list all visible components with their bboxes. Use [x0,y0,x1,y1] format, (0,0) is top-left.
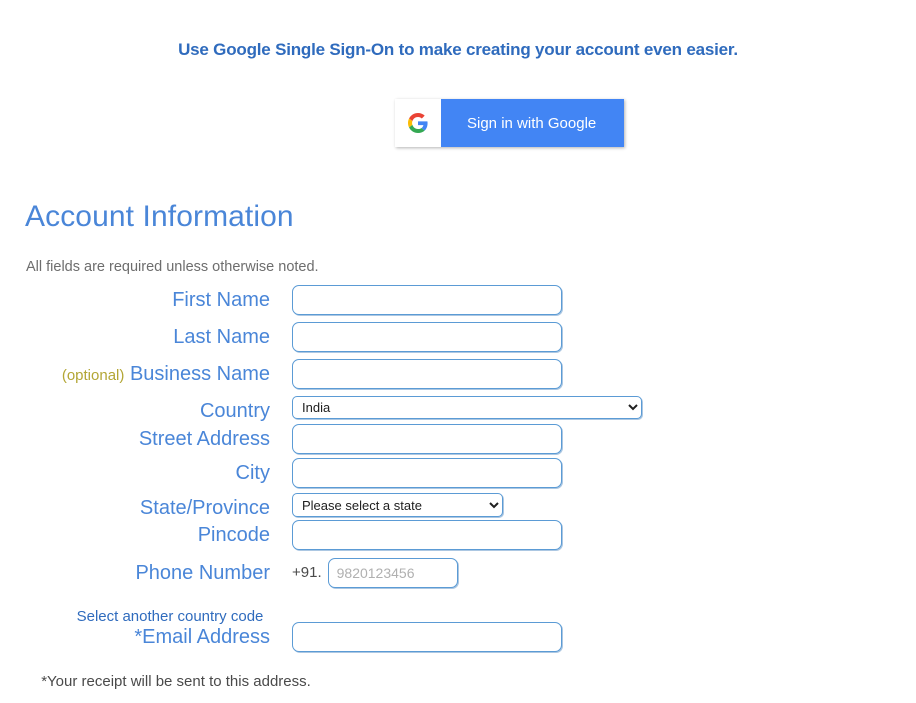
last-name-label-text: Last Name [173,326,270,348]
form-row: First Name [0,285,916,322]
first-name-label-text: First Name [172,289,270,311]
optional-tag: (optional) [61,367,125,384]
form-row: Last Name [0,322,916,359]
phone-number-field-wrap: +91. [292,558,458,588]
country-field-wrap: India [292,396,642,419]
business-name-field-wrap [292,359,562,389]
last-name-label: Last Name [173,322,270,352]
form-row: (optional) Business Name [0,359,916,396]
sso-heading: Use Google Single Sign-On to make creati… [178,40,738,59]
city-label-text: City [235,462,270,484]
first-name-field-wrap [292,285,562,315]
pincode-label: Pincode [198,520,270,550]
email-receipt-note: *Your receipt will be sent to this addre… [41,673,311,690]
page-title: Account Information [25,200,294,233]
form-row: Street Address [0,424,916,458]
email-address-label-text: *Email Address [134,626,270,648]
form-row: *Email Address [0,622,916,658]
required-fields-note: All fields are required unless otherwise… [26,259,319,275]
email-address-label: *Email Address [134,622,270,652]
business-name-input[interactable] [292,359,562,389]
last-name-field-wrap [292,322,562,352]
business-name-label: (optional) Business Name [62,359,270,391]
country-select[interactable]: India [292,396,642,419]
sign-in-with-google-label: Sign in with Google [467,114,597,132]
street-address-input[interactable] [292,424,562,454]
form-row: Phone Number +91. [0,558,916,595]
select-another-country-code-link[interactable]: Select another country code [0,608,628,625]
email-address-input[interactable] [292,622,562,652]
sign-in-with-google-button[interactable]: Sign in with Google [395,99,625,147]
form-row: Pincode [0,520,916,558]
phone-number-label: Phone Number [135,558,270,588]
first-name-label: First Name [172,285,270,315]
state-province-label-text: State/Province [139,497,270,519]
form-row: Country India [0,396,916,424]
phone-number-input[interactable] [327,558,458,588]
pincode-label-text: Pincode [197,524,270,546]
google-g-icon [395,99,441,147]
state-province-select[interactable]: Please select a state [292,493,503,517]
pincode-input[interactable] [292,520,562,550]
form-row: State/Province Please select a state [0,493,916,520]
city-field-wrap [292,458,562,488]
state-province-field-wrap: Please select a state [292,493,503,517]
city-input[interactable] [292,458,562,488]
street-address-label-text: Street Address [138,428,270,450]
form-row: City [0,458,916,493]
street-address-label: Street Address [139,424,270,454]
phone-country-prefix: +91. [292,564,322,581]
last-name-input[interactable] [292,322,562,352]
account-information-form: First Name Last Name (optional) Business… [0,285,916,658]
business-name-label-text: Business Name [129,363,270,385]
country-label-text: Country [199,400,270,422]
city-label: City [236,458,270,488]
phone-number-label-text: Phone Number [135,562,270,584]
pincode-field-wrap [292,520,562,550]
state-province-label: State/Province [140,493,270,523]
email-address-field-wrap [292,622,562,652]
first-name-input[interactable] [292,285,562,315]
street-address-field-wrap [292,424,562,454]
country-label: Country [200,396,270,426]
